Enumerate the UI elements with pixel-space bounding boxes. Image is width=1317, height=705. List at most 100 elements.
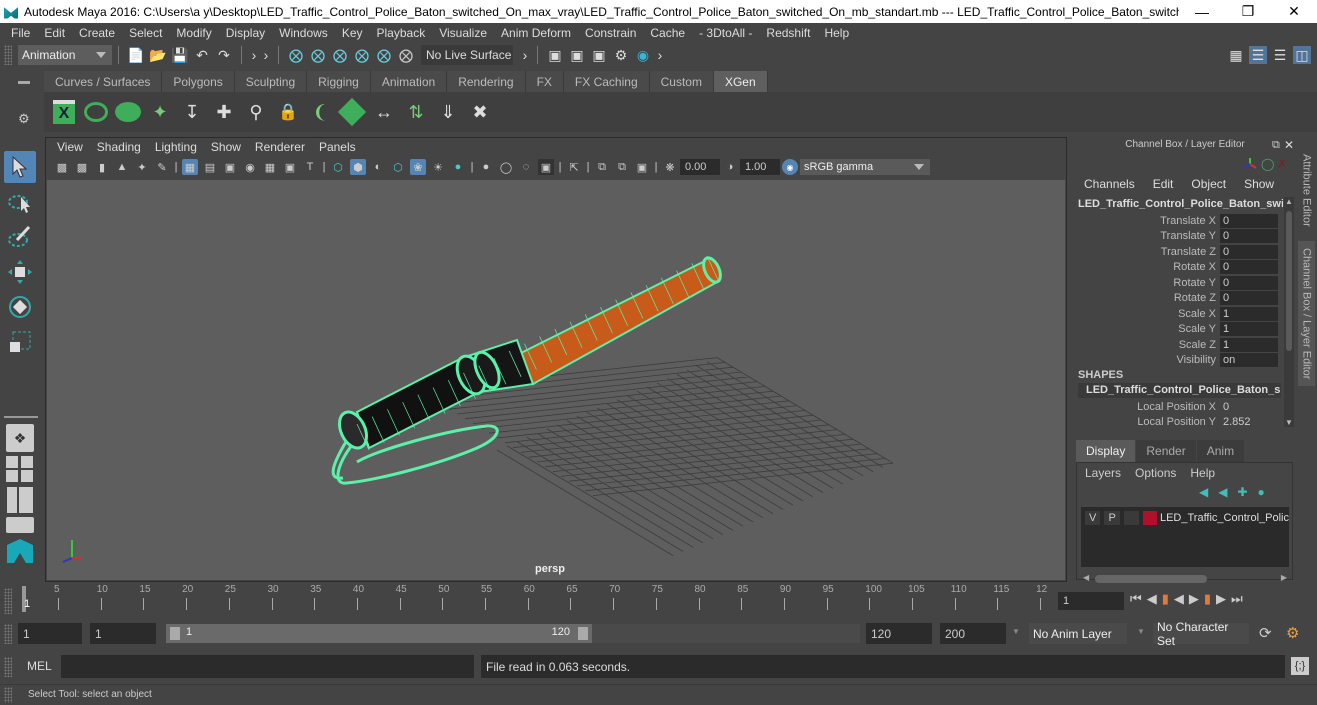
layer-menu-options[interactable]: Options [1133, 466, 1182, 480]
go-to-end-icon[interactable]: ⏭ [1231, 591, 1243, 607]
panel-menu-show[interactable]: Show [204, 140, 248, 154]
play-backwards-icon[interactable]: ◀ [1174, 591, 1184, 607]
layer-color-swatch[interactable] [1143, 511, 1157, 525]
exposure-icon[interactable]: ❋ [662, 159, 678, 175]
selected-object-name[interactable]: LED_Traffic_Control_Police_Baton_swi... [1078, 198, 1283, 210]
wireframe-icon[interactable]: ⬡ [330, 159, 346, 175]
attribute-editor-toggle-icon[interactable]: ☰ [1249, 46, 1267, 64]
resolution-gate-icon[interactable]: ▣ [222, 159, 238, 175]
channel-box-tab[interactable]: Channel Box / Layer Editor [1298, 241, 1315, 386]
modeling-toolkit-icon[interactable]: ▦ [1227, 46, 1245, 64]
shelf-settings-gear-icon[interactable]: ⚙ [18, 111, 30, 127]
menu-edit[interactable]: Edit [37, 26, 72, 40]
menu-cache[interactable]: Cache [643, 26, 692, 40]
xgen-editor-icon[interactable]: X [50, 97, 78, 127]
hypershade-icon[interactable]: ◉ [634, 46, 652, 64]
animation-preferences-icon[interactable]: ⚙ [1286, 624, 1299, 642]
xgen-create-description-icon[interactable]: ✦ [146, 97, 174, 127]
layer-row[interactable]: V P LED_Traffic_Control_Polic [1081, 507, 1289, 525]
toolbar-grip[interactable] [4, 45, 12, 65]
shape-channel-row[interactable]: Local Position Y 2.852 [1075, 414, 1283, 429]
wireframe-on-shaded-icon[interactable]: ◐ [370, 159, 386, 175]
channel-row[interactable]: Visibility on [1075, 353, 1283, 368]
menu-select[interactable]: Select [122, 26, 169, 40]
close-panel-icon[interactable]: ✕ [1284, 138, 1294, 152]
screen-space-ao-icon[interactable]: ● [450, 159, 466, 175]
menu-anim-deform[interactable]: Anim Deform [494, 26, 578, 40]
shelf-tab-animation[interactable]: Animation [370, 71, 448, 92]
range-slider[interactable]: 1 120 [166, 624, 592, 643]
script-language-toggle[interactable]: MEL [27, 659, 52, 673]
xgen-preview-icon[interactable] [82, 97, 110, 127]
snap-to-point-icon[interactable]: ⨂ [331, 46, 349, 64]
step-forward-frame-icon[interactable]: ▶​ [1216, 591, 1226, 607]
character-set-dropdown[interactable]: No Character Set [1153, 620, 1249, 648]
grease-pencil-icon[interactable]: ✎ [154, 159, 170, 175]
collapse-arrow-icon[interactable]: › [250, 46, 258, 64]
multisample-aa-icon[interactable]: ◯ [498, 159, 514, 175]
depth-of-field-icon[interactable]: ◌ [518, 159, 534, 175]
shelf-tab-fx-caching[interactable]: FX Caching [563, 71, 650, 92]
layer-visibility-toggle[interactable]: V [1085, 511, 1101, 525]
smooth-shade-all-icon[interactable]: ⬢ [350, 159, 366, 175]
script-editor-icon[interactable]: {;} [1291, 657, 1309, 675]
shelf-tab-fx[interactable]: FX [525, 71, 564, 92]
scene-end-field[interactable]: 200 [940, 623, 1006, 644]
close-button[interactable]: ✕ [1271, 3, 1317, 20]
render-settings-icon[interactable]: ⚙ [612, 46, 630, 64]
layer-menu-layers[interactable]: Layers [1083, 466, 1127, 480]
cb-menu-edit[interactable]: Edit [1144, 177, 1183, 191]
collapse-arrow-icon[interactable]: › [521, 46, 529, 64]
channel-row[interactable]: Translate Z0 [1075, 244, 1283, 259]
step-back-frame-icon[interactable]: ◀​ [1147, 591, 1157, 607]
menu-help[interactable]: Help [817, 26, 856, 40]
snap-to-grid-icon[interactable]: ⨂ [287, 46, 305, 64]
backface-culling-icon[interactable]: ▣ [634, 159, 650, 175]
menu-set-dropdown[interactable]: Animation [18, 45, 112, 65]
command-input[interactable] [61, 655, 474, 678]
ipr-render-icon[interactable]: ▣ [590, 46, 608, 64]
shelf-tab-xgen[interactable]: XGen [713, 71, 768, 92]
attribute-editor-tab[interactable]: Attribute Editor [1298, 145, 1315, 235]
bookmark-icon[interactable]: ▮ [94, 159, 110, 175]
menu-constrain[interactable]: Constrain [578, 26, 643, 40]
playback-start-field[interactable]: 1 [90, 623, 156, 644]
anim-layer-dropdown[interactable]: No Anim Layer [1029, 623, 1127, 644]
safe-title-icon[interactable]: T [302, 159, 318, 175]
xgen-rebuild-icon[interactable]: ⇓ [434, 97, 462, 127]
shelf-tab-rendering[interactable]: Rendering [447, 71, 526, 92]
xgen-guide-visibility-icon[interactable]: ⚲ [242, 97, 270, 127]
float-panel-icon[interactable]: ⧉ [1272, 139, 1280, 152]
channel-row[interactable]: Scale X1 [1075, 306, 1283, 321]
xgen-place-guides-icon[interactable]: ↧ [178, 97, 206, 127]
xgen-guide-splines-icon[interactable]: ❨ [306, 97, 334, 127]
maya-home-logo-icon[interactable] [4, 536, 36, 566]
textured-icon[interactable]: ⬡ [390, 159, 406, 175]
menu-windows[interactable]: Windows [272, 26, 335, 40]
cb-menu-show[interactable]: Show [1235, 177, 1283, 191]
panel-menu-renderer[interactable]: Renderer [248, 140, 312, 154]
scale-tool-icon[interactable] [4, 326, 36, 358]
xgen-sculpt-icon[interactable]: ↔ [370, 97, 398, 127]
menu-visualize[interactable]: Visualize [432, 26, 494, 40]
layer-name[interactable]: LED_Traffic_Control_Polic [1160, 512, 1289, 524]
live-surface-field[interactable]: No Live Surface [421, 45, 513, 65]
snap-to-surface-icon[interactable]: ⨂ [375, 46, 393, 64]
exposure-field[interactable]: 0.00 [680, 159, 720, 175]
scroll-down-arrow-icon[interactable]: ▼ [1285, 418, 1293, 427]
shelf-tab-sculpting[interactable]: Sculpting [234, 71, 308, 92]
xgen-clear-preview-icon[interactable] [114, 97, 142, 127]
layer-tab-render[interactable]: Render [1136, 440, 1196, 462]
shelf-tabs-menu-icon[interactable] [18, 81, 30, 84]
channel-row[interactable]: Translate Y0 [1075, 229, 1283, 244]
layer-menu-help[interactable]: Help [1188, 466, 1221, 480]
menu-modify[interactable]: Modify [169, 26, 218, 40]
go-to-start-icon[interactable]: ⏮ [1130, 591, 1142, 607]
image-plane-icon[interactable]: ▲ [114, 159, 130, 175]
tool-settings-icon[interactable]: ☰ [1271, 46, 1289, 64]
field-chart-icon[interactable]: ▦ [262, 159, 278, 175]
maximize-button[interactable]: ❐ [1225, 3, 1271, 20]
minimize-button[interactable]: — [1179, 4, 1225, 20]
render-sequence-icon[interactable]: ▣ [568, 46, 586, 64]
save-scene-icon[interactable]: 💾 [171, 46, 189, 64]
